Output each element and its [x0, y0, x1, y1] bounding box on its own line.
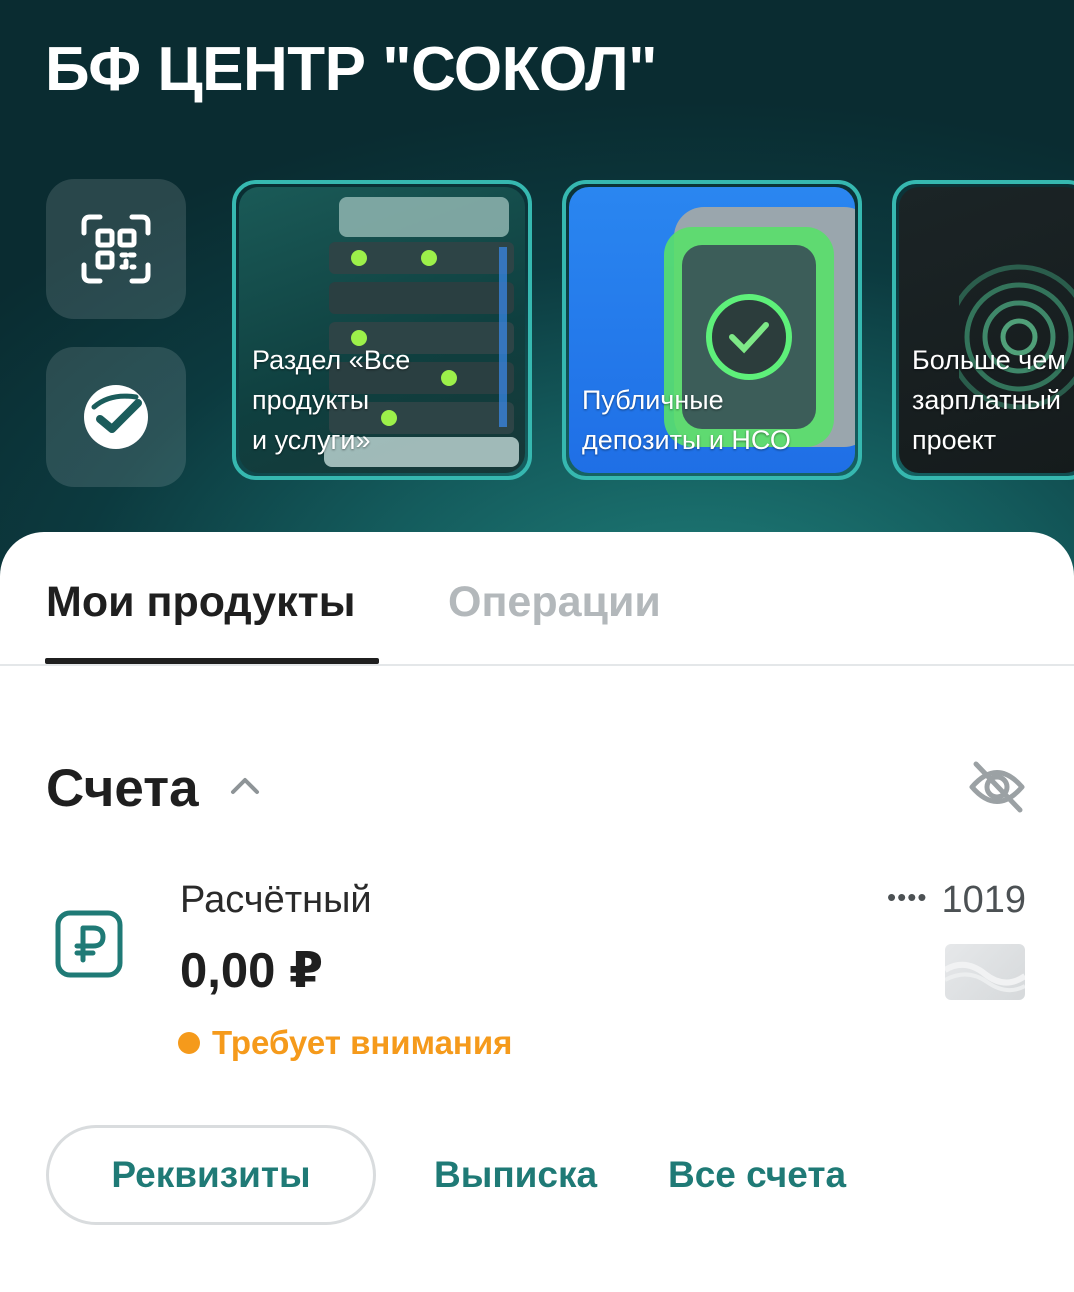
tabs-divider — [0, 664, 1074, 666]
account-status-text: Требует внимания — [212, 1024, 513, 1061]
qr-scan-icon — [81, 214, 151, 284]
sber-app-button[interactable] — [46, 347, 186, 487]
card-thumbnail — [943, 944, 1027, 1000]
status-dot — [178, 1032, 200, 1054]
tab-operations[interactable]: Операции — [448, 574, 661, 630]
sber-logo-icon — [84, 385, 148, 449]
organization-title[interactable]: БФ ЦЕНТР "СОКОЛ" — [45, 30, 658, 110]
accounts-section-title[interactable]: Счета — [46, 756, 199, 822]
chevron-up-icon[interactable] — [229, 774, 261, 796]
story-card-public-deposits[interactable]: Публичные депозиты и НСО — [562, 180, 862, 480]
story-card-all-products[interactable]: Раздел «Все продукты и услуги» — [232, 180, 532, 480]
account-name: Расчётный — [180, 879, 372, 921]
story-label: Публичные депозиты и НСО — [582, 385, 791, 455]
eye-off-icon[interactable] — [968, 760, 1026, 814]
account-status: Требует внимания — [178, 1022, 512, 1064]
all-accounts-link[interactable]: Все счета — [668, 1150, 846, 1200]
account-number-suffix: 1019 — [941, 879, 1026, 921]
story-card-salary-project[interactable]: Больше чем зарплатный проект — [892, 180, 1074, 480]
account-balance: 0,00 ₽ — [180, 944, 324, 998]
ruble-icon — [55, 910, 123, 978]
qr-scan-button[interactable] — [46, 179, 186, 319]
account-number: •••• 1019 — [887, 876, 1026, 924]
statement-link[interactable]: Выписка — [434, 1150, 597, 1200]
tab-my-products[interactable]: Мои продукты — [46, 574, 355, 630]
story-label: Раздел «Все продукты и услуги» — [252, 345, 411, 455]
masked-digits: •••• — [887, 882, 928, 912]
card-icon — [943, 961, 1027, 993]
story-label: Больше чем зарплатный проект — [912, 345, 1066, 455]
requisites-button[interactable]: Реквизиты — [46, 1125, 376, 1225]
